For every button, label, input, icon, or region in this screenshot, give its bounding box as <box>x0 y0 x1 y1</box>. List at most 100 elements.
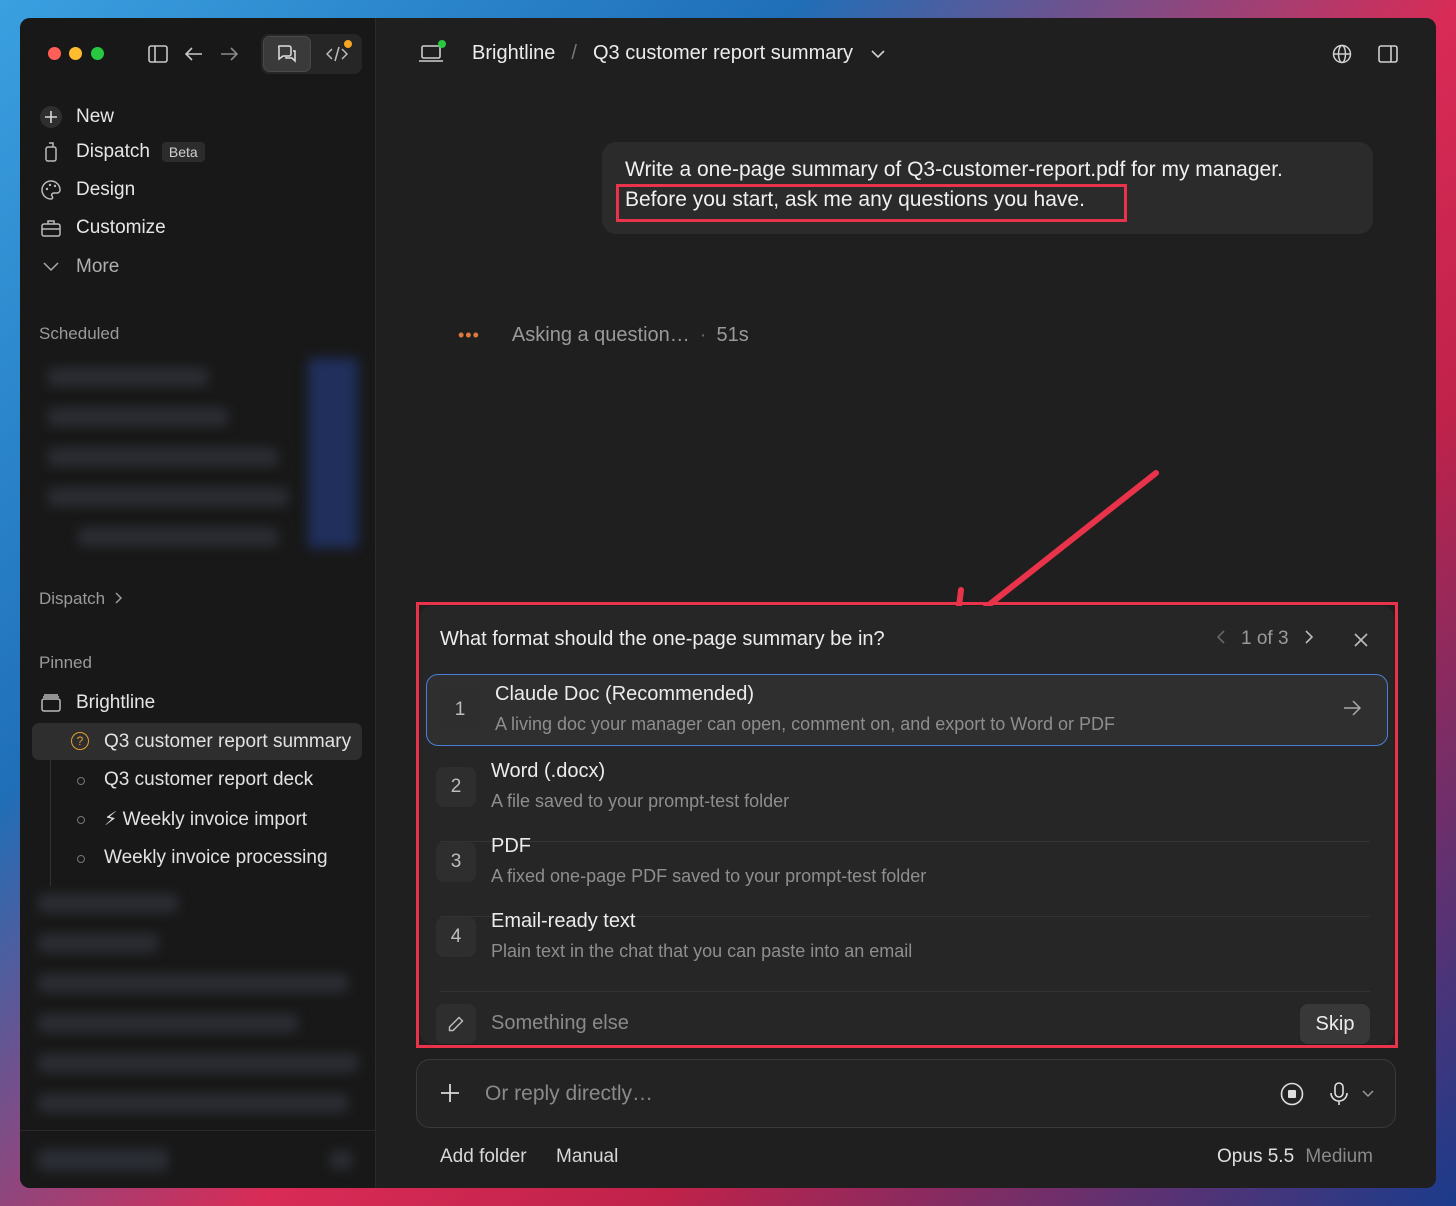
dispatch-section-link[interactable]: Dispatch <box>39 589 123 609</box>
something-else-input[interactable]: Something else <box>491 1012 629 1035</box>
chevron-down-icon <box>38 254 64 280</box>
dispatch-header: Dispatch <box>39 589 106 608</box>
zoom-window-button[interactable] <box>91 47 104 60</box>
chevron-right-icon[interactable] <box>1304 628 1314 650</box>
project-label: Brightline <box>76 692 156 713</box>
more-nav-item[interactable]: More <box>38 252 119 282</box>
option-number: 4 <box>436 917 476 957</box>
status-text: Asking a question… <box>511 324 690 346</box>
user-message-line1: Write a one-page summary of Q3-customer-… <box>625 158 1283 181</box>
option-title: Word (.docx) <box>491 760 606 782</box>
sidebar-item-q3-summary[interactable]: Q3 customer report summary <box>104 731 351 753</box>
option-number: 3 <box>436 842 476 882</box>
plus-icon[interactable] <box>439 1082 461 1104</box>
dot-icon <box>77 855 85 863</box>
option-3[interactable]: 3 PDF A fixed one-page PDF saved to your… <box>436 826 1374 898</box>
composer: Or reply directly… <box>416 1059 1396 1128</box>
minimize-window-button[interactable] <box>69 47 82 60</box>
divider <box>440 991 1370 992</box>
tree-line <box>50 744 51 886</box>
customize-label: Customize <box>76 217 166 238</box>
sidebar-item-invoice-processing[interactable]: Weekly invoice processing <box>104 847 328 869</box>
project-brightline[interactable]: Brightline <box>38 688 155 718</box>
new-button[interactable]: New <box>38 102 114 132</box>
dispatch-nav-item[interactable]: Dispatch Beta <box>38 137 205 167</box>
breadcrumb-project[interactable]: Brightline <box>472 42 555 65</box>
option-2[interactable]: 2 Word (.docx) A file saved to your prom… <box>436 751 1374 823</box>
chevron-left-icon[interactable] <box>1216 628 1225 650</box>
breadcrumb-conversation[interactable]: Q3 customer report summary <box>593 42 853 65</box>
close-window-button[interactable] <box>48 47 61 60</box>
model-selector[interactable]: Opus 5.5 Medium <box>1217 1146 1373 1168</box>
dot-icon <box>77 816 85 824</box>
option-title: PDF <box>491 835 531 857</box>
microphone-icon[interactable] <box>1327 1081 1351 1107</box>
chat-mode-icon[interactable] <box>263 36 311 72</box>
assistant-status: ••• Asking a question… · 51s <box>458 324 749 347</box>
app-window: New Dispatch Beta Design Customize More … <box>20 18 1436 1188</box>
more-label: More <box>76 256 120 277</box>
dispatch-icon <box>38 139 64 165</box>
dot-icon <box>77 777 85 785</box>
question-card: What format should the one-page summary … <box>420 606 1394 1044</box>
status-time: 51s <box>716 324 749 346</box>
option-title: Email-ready text <box>491 910 636 932</box>
effort-level: Medium <box>1305 1146 1373 1167</box>
breadcrumb-separator: / <box>571 42 577 64</box>
skip-button[interactable]: Skip <box>1300 1004 1370 1044</box>
sidebar-item-q3-deck[interactable]: Q3 customer report deck <box>104 769 313 791</box>
close-icon[interactable] <box>1351 630 1371 650</box>
sidebar-toggle-icon[interactable] <box>146 42 170 66</box>
question-pager: 1 of 3 <box>1216 628 1314 650</box>
option-description: Plain text in the chat that you can past… <box>491 941 913 961</box>
new-label: New <box>76 106 115 127</box>
question-prompt: What format should the one-page summary … <box>440 628 885 650</box>
back-arrow-icon[interactable] <box>182 42 206 66</box>
account-footer-blurred[interactable] <box>20 1130 375 1188</box>
briefcase-icon <box>38 215 64 241</box>
option-title: Claude Doc (Recommended) <box>495 683 755 705</box>
question-circle-icon: ? <box>71 732 89 750</box>
chevron-down-icon[interactable] <box>1361 1088 1375 1100</box>
pinned-header: Pinned <box>39 653 92 672</box>
add-folder-button[interactable]: Add folder <box>440 1146 527 1168</box>
main-panel: Brightline / Q3 customer report summary … <box>376 18 1436 1188</box>
forward-arrow-icon[interactable] <box>217 42 241 66</box>
right-panel-toggle-icon[interactable] <box>1376 42 1400 66</box>
reply-input[interactable]: Or reply directly… <box>485 1082 653 1106</box>
palette-icon <box>38 177 64 203</box>
laptop-icon <box>416 40 446 66</box>
stop-icon[interactable] <box>1279 1081 1305 1107</box>
chevron-down-icon[interactable] <box>871 42 885 65</box>
model-name: Opus 5.5 <box>1217 1146 1295 1167</box>
pager-text: 1 of 3 <box>1241 628 1289 649</box>
globe-icon[interactable] <box>1330 42 1354 66</box>
recent-list-blurred <box>28 884 363 1116</box>
notification-dot <box>344 40 352 48</box>
scheduled-list-blurred <box>38 358 363 550</box>
beta-badge: Beta <box>161 142 205 162</box>
sidebar-item-invoice-import[interactable]: ⚡ Weekly invoice import <box>104 808 307 831</box>
code-mode-icon[interactable] <box>315 36 359 72</box>
user-message-line2: Before you start, ask me any questions y… <box>625 188 1085 211</box>
option-description: A living doc your manager can open, comm… <box>495 714 1115 734</box>
design-label: Design <box>76 179 136 200</box>
permission-mode-button[interactable]: Manual <box>556 1146 618 1168</box>
arrow-right-icon <box>1343 700 1362 721</box>
pencil-icon <box>436 1004 476 1044</box>
option-number: 2 <box>436 767 476 807</box>
option-1[interactable]: 1 Claude Doc (Recommended) A living doc … <box>426 674 1388 746</box>
customize-nav-item[interactable]: Customize <box>38 213 166 243</box>
status-separator: · <box>699 324 707 346</box>
breadcrumb: Brightline / Q3 customer report summary <box>472 42 885 65</box>
option-4[interactable]: 4 Email-ready text Plain text in the cha… <box>436 901 1374 973</box>
folder-icon <box>38 690 64 716</box>
dispatch-label: Dispatch <box>76 141 150 162</box>
plus-circle-icon <box>38 104 64 130</box>
mode-switcher <box>261 34 362 74</box>
design-nav-item[interactable]: Design <box>38 175 135 205</box>
option-description: A fixed one-page PDF saved to your promp… <box>491 866 927 886</box>
thinking-dots-icon: ••• <box>458 325 480 345</box>
chevron-right-icon <box>115 589 123 609</box>
sidebar: New Dispatch Beta Design Customize More … <box>20 18 376 1188</box>
